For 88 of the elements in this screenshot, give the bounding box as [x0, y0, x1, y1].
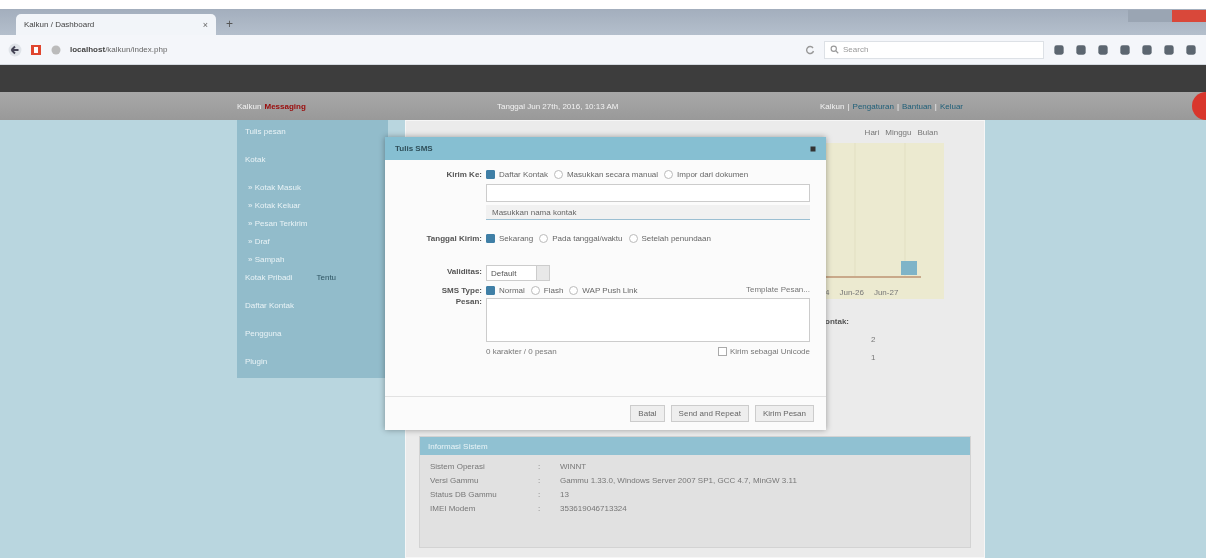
info-value: WINNT: [560, 462, 588, 471]
sidebar-subitem[interactable]: » Kotak Keluar: [248, 201, 380, 219]
sidebar-item[interactable]: Plugin: [245, 357, 380, 385]
sidebar-item[interactable]: Tulis pesan: [245, 127, 380, 155]
info-label: Sistem Operasi: [430, 462, 486, 471]
header-link[interactable]: Pengaturan: [852, 101, 894, 111]
input-field[interactable]: [486, 184, 810, 202]
radio-button[interactable]: [539, 234, 549, 243]
field-label: SMS Type:: [440, 285, 482, 295]
option-label: Impor dari dokumen: [677, 170, 749, 179]
stat-count: 1: [871, 353, 877, 362]
label-text: Tentu: [316, 273, 338, 284]
close-button[interactable]: [1172, 10, 1206, 22]
sidebar-item[interactable]: Daftar Kontak: [245, 301, 380, 329]
option-label: Pada tanggal/waktu: [552, 234, 623, 243]
search-icon: [830, 45, 839, 54]
option-label: Sekarang: [499, 234, 534, 243]
panel-title: Informasi Sistem: [428, 441, 488, 451]
char-counter: 0 karakter / 0 pesan: [486, 347, 557, 356]
option-label: Setelah penundaan: [641, 234, 711, 243]
option-label: WAP Push Link: [582, 286, 638, 295]
period-tab[interactable]: Hari: [864, 127, 880, 137]
refresh-icon[interactable]: [804, 43, 816, 56]
info-value: Gammu 1.33.0, Windows Server 2007 SP1, GCC 4.7, MinGW 3.11: [560, 476, 798, 485]
radio-button[interactable]: [486, 170, 495, 179]
url-text[interactable]: localhost/kalkun/index.php: [70, 45, 168, 54]
radio-button[interactable]: [569, 286, 579, 295]
back-icon[interactable]: [8, 42, 22, 57]
sidebar-subitem[interactable]: » Pesan Terkirim: [248, 219, 380, 237]
stat-count: 2: [871, 335, 877, 344]
period-tab[interactable]: Minggu: [885, 127, 912, 137]
brand-name: Kalkun: [237, 101, 262, 111]
separator-text: :: [538, 490, 542, 499]
radio-button[interactable]: [553, 170, 563, 179]
header-link[interactable]: Bantuan: [902, 101, 932, 111]
separator-text: :: [538, 462, 542, 471]
field-label: Tanggal Kirim:: [425, 233, 482, 243]
separator-text: |: [896, 101, 899, 111]
separator-text: :: [538, 476, 542, 485]
option-label: Normal: [499, 286, 525, 295]
info-value: 13: [560, 490, 570, 499]
info-label: IMEI Modem: [430, 504, 477, 513]
checkbox-label: Kirim sebagai Unicode: [729, 347, 810, 356]
info-label: Versi Gammu: [430, 476, 480, 485]
option-label: Masukkan secara manual: [566, 170, 659, 179]
sidebar-subitem[interactable]: » Draf: [248, 237, 380, 255]
search-field[interactable]: Search: [824, 40, 1044, 59]
info-value: 353619046713324: [560, 504, 628, 513]
field-label: Pesan:: [454, 296, 482, 306]
dialog-button[interactable]: Batal: [630, 405, 665, 422]
radio-button[interactable]: [664, 170, 674, 179]
sidebar-subitem[interactable]: » Kotak Masuk: [248, 183, 380, 201]
radio-button[interactable]: [628, 234, 638, 243]
new-tab-button[interactable]: +: [226, 17, 233, 31]
separator-text: :: [538, 504, 542, 513]
radio-button[interactable]: [486, 286, 495, 295]
stat-label: ontak:: [825, 317, 850, 326]
period-tab[interactable]: Bulan: [917, 127, 938, 137]
header-link[interactable]: Keluar: [939, 101, 963, 111]
suggestion-hint: Masukkan nama kontak: [486, 205, 810, 220]
minimize-button[interactable]: [1128, 10, 1150, 22]
axis-label: Jun-27: [873, 287, 899, 297]
browser-tab[interactable]: Kalkun / Dashboard ×: [16, 14, 216, 35]
info-label: Status DB Gammu: [430, 490, 498, 499]
template-link[interactable]: Template Pesan...: [745, 285, 810, 294]
sidebar-item[interactable]: Kotak: [245, 155, 380, 183]
checkbox[interactable]: [717, 347, 727, 356]
sidebar-item[interactable]: Pengguna: [245, 329, 380, 357]
validity-select[interactable]: Default: [486, 265, 550, 281]
option-label: Flash: [543, 286, 564, 295]
brand-accent: Messaging: [264, 101, 306, 111]
dialog-button[interactable]: Send and Repeat: [670, 405, 749, 422]
sidebar-item[interactable]: Kotak Pribadi: [245, 273, 317, 301]
user-name: Kalkun: [820, 101, 845, 111]
dialog-button[interactable]: Kirim Pesan: [754, 405, 814, 422]
axis-label: Jun-26: [839, 287, 864, 297]
field-label: Validitas:: [445, 266, 482, 276]
maximize-button[interactable]: [1150, 10, 1172, 22]
sidebar-subitem[interactable]: » Sampah: [248, 255, 380, 273]
dialog-title: Tulis SMS: [395, 144, 434, 153]
option-label: Daftar Kontak: [499, 170, 548, 179]
separator-text: |: [934, 101, 937, 111]
field-label: Kirim Ke:: [445, 169, 482, 179]
radio-button[interactable]: [530, 286, 540, 295]
radio-button[interactable]: [486, 234, 495, 243]
separator-text: |: [847, 101, 850, 111]
message-field[interactable]: [486, 298, 810, 342]
date-text: Tanggal Jun 27th, 2016, 10:13 AM: [497, 101, 620, 111]
